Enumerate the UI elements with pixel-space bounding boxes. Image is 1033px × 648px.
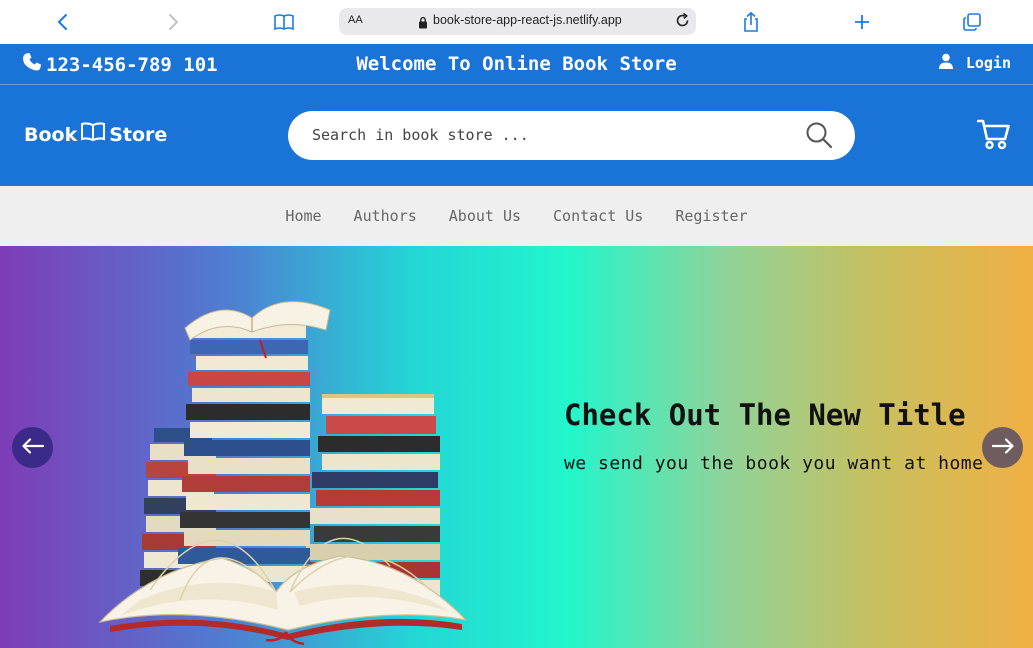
nav-home[interactable]: Home [285, 207, 321, 225]
search-bar [288, 111, 855, 160]
bookmarks-icon[interactable] [270, 8, 298, 36]
logo-text-store: Store [109, 123, 168, 146]
login-label: Login [965, 54, 1011, 72]
cart-icon[interactable] [976, 118, 1011, 154]
forward-icon[interactable] [159, 8, 187, 36]
arrow-left-icon [21, 437, 44, 458]
new-tab-icon[interactable] [848, 8, 876, 36]
hero-slider: Check Out The New Title we send you the … [0, 246, 1033, 648]
welcome-message: Welcome To Online Book Store [356, 53, 677, 75]
arrow-right-icon [991, 437, 1014, 458]
hero-subtitle: we send you the book you want at home [564, 453, 984, 474]
nav-about-us[interactable]: About Us [449, 207, 521, 225]
hero-title: Check Out The New Title [564, 398, 966, 432]
site-logo[interactable]: Book Store [24, 122, 167, 147]
logo-text-book: Book [24, 123, 78, 146]
slider-next-button[interactable] [982, 427, 1023, 468]
search-icon[interactable] [805, 121, 833, 149]
browser-toolbar: AA book-store-app-react-js.netlify.app [0, 0, 1033, 44]
slider-prev-button[interactable] [12, 427, 53, 468]
nav-contact-us[interactable]: Contact Us [553, 207, 643, 225]
text-size-button[interactable]: AA [348, 14, 363, 26]
search-input[interactable] [312, 122, 782, 148]
top-info-bar: 123-456-789 101 Welcome To Online Book S… [0, 44, 1033, 85]
share-icon[interactable] [737, 8, 765, 36]
url-text[interactable]: book-store-app-react-js.netlify.app [433, 13, 622, 27]
user-icon [938, 53, 954, 73]
nav-authors[interactable]: Authors [354, 207, 417, 225]
lock-icon [418, 14, 428, 33]
login-link[interactable]: Login [938, 53, 1011, 73]
reload-icon[interactable] [674, 12, 691, 33]
tabs-icon[interactable] [958, 8, 986, 36]
open-book-icon [80, 122, 106, 147]
nav-register[interactable]: Register [675, 207, 747, 225]
address-bar[interactable]: AA book-store-app-react-js.netlify.app [339, 8, 696, 35]
back-icon[interactable] [49, 8, 77, 36]
book-stack-image [98, 301, 468, 646]
main-nav: Home Authors About Us Contact Us Registe… [0, 186, 1033, 246]
main-header: Book Store [0, 85, 1033, 186]
